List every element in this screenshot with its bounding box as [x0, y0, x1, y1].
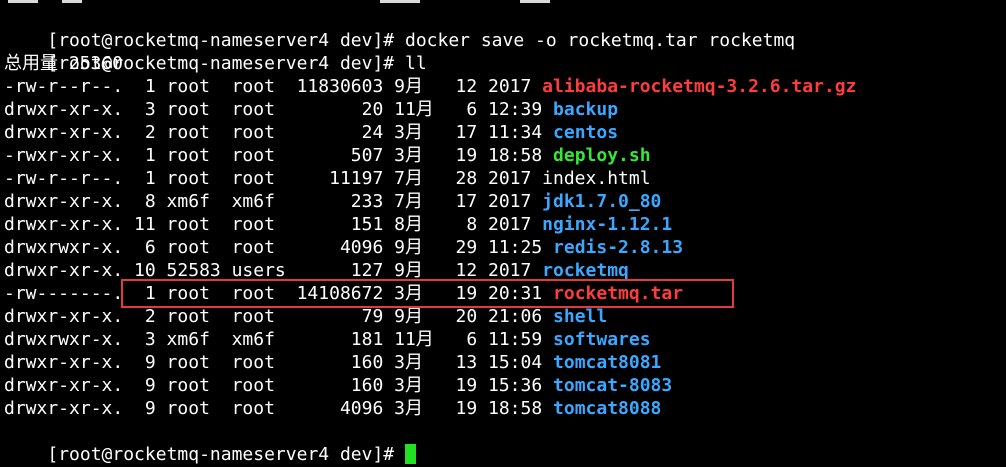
file-name[interactable]: backup	[553, 99, 618, 120]
listing-row: -rwxr-xr-x. 1 root root 507 3月 19 18:58 …	[4, 144, 651, 167]
total-size-line: 总用量 25360	[4, 53, 124, 74]
file-name[interactable]: centos	[553, 122, 618, 143]
file-metadata: drwxr-xr-x. 2 root root 79 9月 20 21:06	[4, 306, 554, 327]
file-metadata: drwxr-xr-x. 11 root root 151 8月 8 2017	[4, 214, 543, 235]
file-metadata: drwxrwxr-x. 6 root root 4096 9月 29 11:25	[4, 237, 554, 258]
command-text: docker save -o rocketmq.tar rocketmq	[404, 30, 796, 51]
file-metadata: drwxrwxr-x. 3 xm6f xm6f 181 11月 6 11:59	[4, 329, 554, 350]
listing-row: -rw-r--r--. 1 root root 11830603 9月 12 2…	[4, 75, 856, 98]
command-line-save: [root@rocketmq-nameserver4 dev]# docker …	[4, 6, 795, 51]
file-name[interactable]: shell	[553, 306, 607, 327]
file-name[interactable]: index.html	[542, 168, 650, 189]
listing-row: drwxr-xr-x. 9 root root 160 3月 13 15:04 …	[4, 351, 661, 374]
file-metadata: -rw-r--r--. 1 root root 11830603 9月 12 2…	[4, 76, 543, 97]
file-metadata: drwxr-xr-x. 3 root root 20 11月 6 12:39	[4, 99, 554, 120]
file-name[interactable]: tomcat8081	[553, 352, 661, 373]
file-metadata: drwxr-xr-x. 10 52583 users 127 9月 12 201…	[4, 260, 543, 281]
command-text: ll	[404, 53, 427, 74]
file-metadata: drwxr-xr-x. 9 root root 160 3月 13 15:04	[4, 352, 554, 373]
file-name[interactable]: softwares	[553, 329, 651, 350]
scrolled-off-line	[0, 0, 1006, 3]
file-metadata: drwxr-xr-x. 9 root root 160 3月 19 15:36	[4, 375, 554, 396]
file-metadata: drwxr-xr-x. 9 root root 4096 3月 19 18:58	[4, 398, 554, 419]
file-name[interactable]: tomcat-8083	[553, 375, 672, 396]
listing-row: drwxr-xr-x. 11 root root 151 8月 8 2017 n…	[4, 213, 672, 236]
listing-row: drwxr-xr-x. 8 xm6f xm6f 233 7月 17 2017 j…	[4, 190, 661, 213]
text-cursor	[404, 444, 416, 464]
terminal-window[interactable]: [root@rocketmq-nameserver4 dev]# docker …	[0, 0, 1006, 467]
file-name[interactable]: nginx-1.12.1	[542, 214, 672, 235]
highlight-box-rocketmq-tar	[121, 279, 734, 308]
file-name[interactable]: tomcat8088	[553, 398, 661, 419]
command-line-current[interactable]: [root@rocketmq-nameserver4 dev]#	[4, 420, 416, 465]
listing-row: drwxr-xr-x. 9 root root 160 3月 19 15:36 …	[4, 374, 672, 397]
command-line-ll: [root@rocketmq-nameserver4 dev]# ll	[4, 29, 426, 74]
file-metadata: drwxr-xr-x. 2 root root 24 3月 17 11:34	[4, 122, 554, 143]
listing-row: drwxr-xr-x. 3 root root 20 11月 6 12:39 b…	[4, 98, 618, 121]
file-name[interactable]: deploy.sh	[553, 145, 651, 166]
listing-row: drwxr-xr-x. 2 root root 24 3月 17 11:34 c…	[4, 121, 618, 144]
listing-row: -rw-r--r--. 1 root root 11197 7月 28 2017…	[4, 167, 651, 190]
listing-row: drwxr-xr-x. 2 root root 79 9月 20 21:06 s…	[4, 305, 607, 328]
file-name[interactable]: rocketmq	[542, 260, 629, 281]
listing-row: drwxrwxr-x. 6 root root 4096 9月 29 11:25…	[4, 236, 683, 259]
file-name[interactable]: jdk1.7.0_80	[542, 191, 661, 212]
file-name[interactable]: redis-2.8.13	[553, 237, 683, 258]
file-metadata: drwxr-xr-x. 8 xm6f xm6f 233 7月 17 2017	[4, 191, 543, 212]
listing-row: drwxr-xr-x. 9 root root 4096 3月 19 18:58…	[4, 397, 661, 420]
file-metadata: -rw-r--r--. 1 root root 11197 7月 28 2017	[4, 168, 543, 189]
listing-row: drwxrwxr-x. 3 xm6f xm6f 181 11月 6 11:59 …	[4, 328, 651, 351]
file-metadata: -rwxr-xr-x. 1 root root 507 3月 19 18:58	[4, 145, 554, 166]
file-name[interactable]: alibaba-rocketmq-3.2.6.tar.gz	[542, 76, 856, 97]
shell-prompt: [root@rocketmq-nameserver4 dev]#	[47, 444, 405, 465]
